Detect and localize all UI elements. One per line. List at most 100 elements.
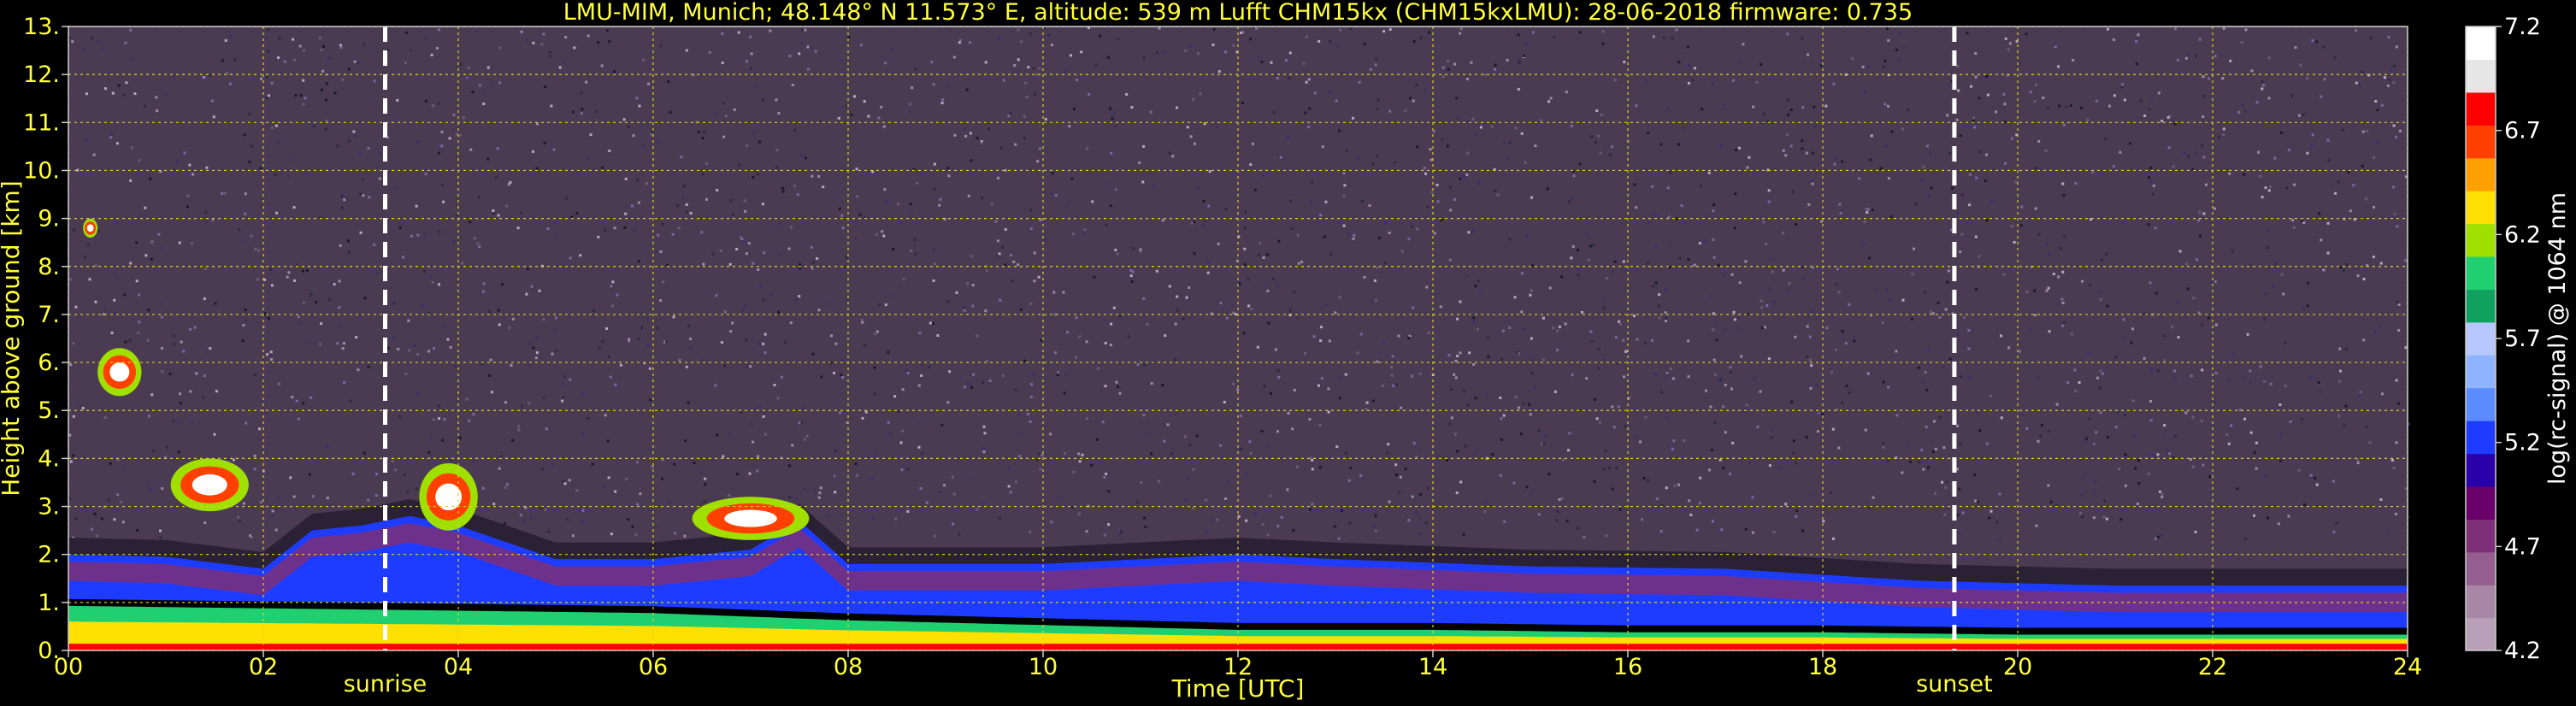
noise-speck	[1029, 421, 1032, 423]
noise-speck	[2379, 262, 2383, 265]
noise-speck	[1887, 104, 1889, 108]
noise-speck	[1465, 174, 1469, 176]
noise-speck	[1113, 111, 1117, 115]
noise-speck	[1127, 335, 1130, 338]
colorbar-cell	[2466, 191, 2496, 225]
noise-speck	[1558, 325, 1561, 328]
noise-speck	[1477, 182, 1480, 185]
noise-speck	[1805, 435, 1808, 438]
noise-speck	[1453, 373, 1456, 376]
noise-speck	[1114, 248, 1117, 251]
noise-speck	[144, 206, 147, 209]
noise-speck	[402, 256, 405, 259]
noise-speck	[1901, 127, 1904, 131]
noise-speck	[471, 91, 475, 93]
noise-speck	[1104, 319, 1107, 322]
noise-speck	[762, 342, 765, 345]
noise-speck	[610, 285, 613, 288]
noise-speck	[2395, 45, 2398, 49]
noise-speck	[92, 153, 96, 156]
noise-speck	[1412, 99, 1415, 103]
noise-speck	[773, 384, 776, 386]
noise-speck	[1376, 360, 1379, 363]
noise-speck	[367, 365, 370, 368]
noise-speck	[520, 30, 523, 33]
noise-speck	[103, 416, 107, 420]
noise-speck	[157, 232, 161, 236]
noise-speck	[516, 227, 520, 230]
noise-speck	[1805, 151, 1808, 155]
noise-speck	[796, 193, 799, 197]
noise-speck	[1219, 302, 1223, 305]
noise-speck	[1075, 316, 1078, 320]
noise-speck	[1624, 350, 1628, 353]
noise-speck	[1897, 264, 1900, 268]
noise-speck	[266, 97, 268, 100]
noise-speck	[1416, 145, 1419, 149]
noise-speck	[787, 464, 791, 468]
noise-speck	[521, 404, 523, 408]
noise-speck	[1394, 463, 1398, 467]
noise-speck	[256, 278, 259, 281]
noise-speck	[1522, 55, 1525, 57]
noise-speck	[763, 351, 767, 355]
noise-speck	[2047, 286, 2050, 290]
noise-speck	[1548, 286, 1552, 290]
noise-speck	[2025, 290, 2029, 293]
noise-speck	[882, 234, 886, 238]
noise-speck	[104, 87, 107, 91]
noise-speck	[1635, 104, 1638, 108]
noise-speck	[1125, 92, 1129, 96]
noise-speck	[1407, 519, 1411, 522]
noise-speck	[1009, 112, 1012, 115]
noise-speck	[548, 50, 551, 54]
noise-speck	[1567, 449, 1570, 452]
noise-speck	[1712, 209, 1715, 213]
noise-speck	[113, 518, 116, 521]
noise-speck	[2315, 40, 2319, 44]
noise-speck	[1107, 523, 1111, 527]
noise-speck	[754, 84, 757, 87]
noise-speck	[609, 375, 612, 379]
noise-speck	[1262, 256, 1265, 259]
noise-speck	[1635, 206, 1638, 209]
noise-speck	[269, 268, 272, 271]
noise-speck	[1759, 390, 1762, 393]
noise-speck	[1257, 56, 1260, 59]
noise-speck	[1414, 511, 1418, 515]
noise-speck	[938, 203, 941, 207]
noise-speck	[2152, 184, 2155, 187]
noise-speck	[1261, 523, 1264, 527]
noise-speck	[1163, 439, 1166, 443]
noise-speck	[1030, 383, 1033, 386]
noise-speck	[2200, 419, 2203, 422]
noise-speck	[1457, 116, 1460, 120]
noise-speck	[985, 269, 988, 273]
noise-speck	[2365, 426, 2368, 429]
noise-speck	[2229, 59, 2232, 62]
noise-speck	[1801, 276, 1805, 279]
x-tick-label: 24	[2393, 654, 2422, 680]
noise-speck	[449, 345, 452, 349]
noise-speck	[467, 66, 470, 69]
noise-speck	[2021, 413, 2025, 416]
noise-speck	[1388, 109, 1392, 113]
noise-speck	[1161, 219, 1164, 222]
noise-speck	[1547, 100, 1551, 103]
noise-speck	[1327, 387, 1330, 391]
noise-speck	[890, 294, 893, 297]
noise-speck	[1938, 315, 1942, 319]
noise-speck	[110, 331, 114, 334]
noise-speck	[946, 167, 950, 170]
noise-speck	[729, 330, 733, 333]
noise-speck	[1202, 200, 1205, 203]
noise-speck	[1998, 492, 2001, 496]
noise-speck	[869, 478, 873, 481]
noise-speck	[920, 374, 923, 377]
noise-speck	[875, 330, 879, 333]
noise-speck	[1709, 405, 1712, 409]
noise-speck	[1260, 60, 1264, 63]
noise-speck	[540, 468, 544, 471]
noise-speck	[2136, 62, 2139, 66]
noise-speck	[804, 487, 806, 491]
